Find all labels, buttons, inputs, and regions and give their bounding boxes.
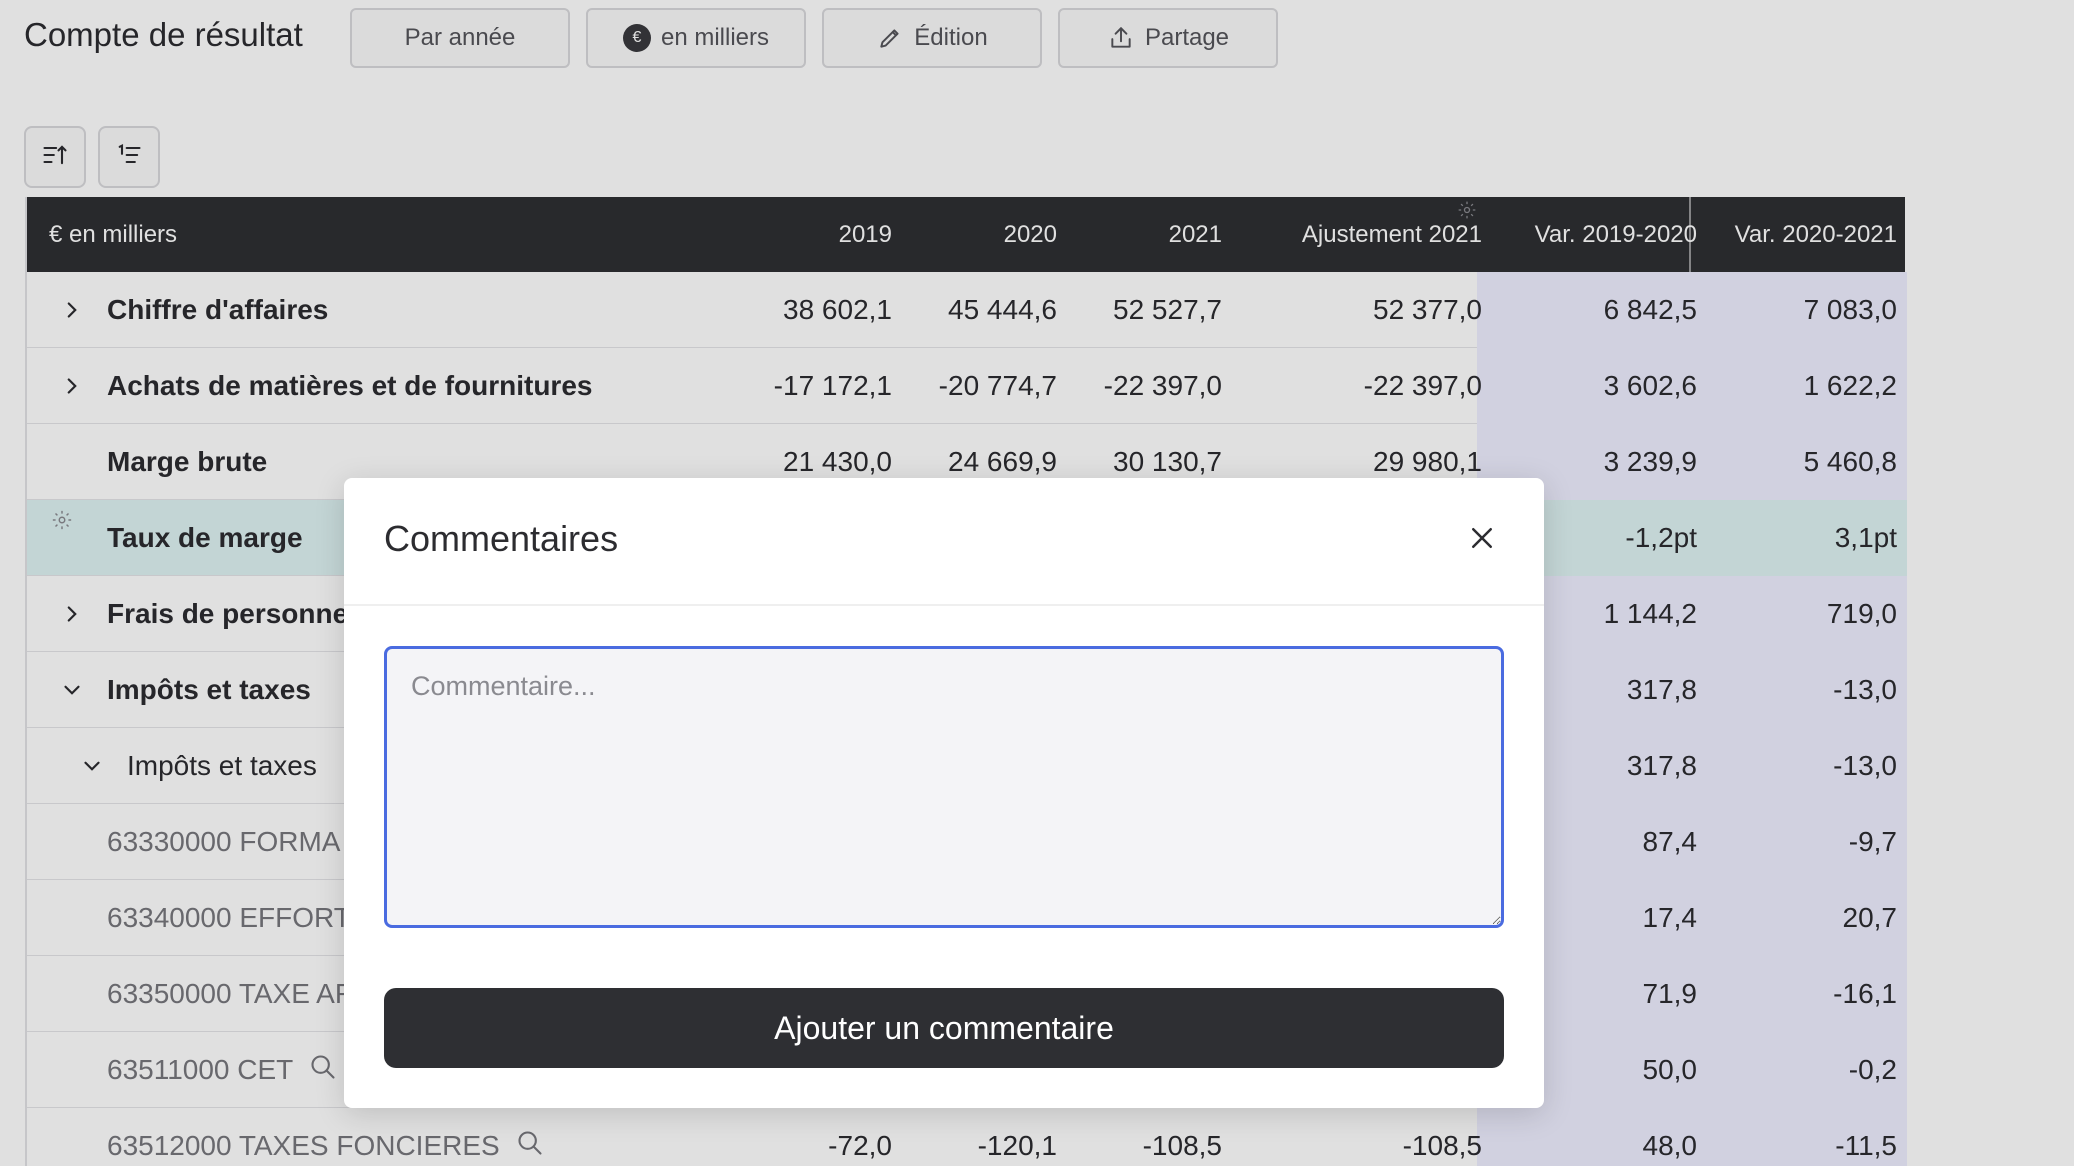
modal-title: Commentaires <box>384 518 619 559</box>
close-icon <box>1467 523 1497 558</box>
add-comment-button[interactable]: Ajouter un commentaire <box>384 988 1504 1068</box>
page: Compte de résultat Par année € en millie… <box>0 0 2074 1166</box>
comments-modal: Commentaires Ajouter un commentaire <box>344 478 1544 1108</box>
modal-divider <box>344 604 1544 606</box>
comment-input[interactable] <box>384 646 1504 928</box>
close-button[interactable] <box>1464 522 1500 558</box>
